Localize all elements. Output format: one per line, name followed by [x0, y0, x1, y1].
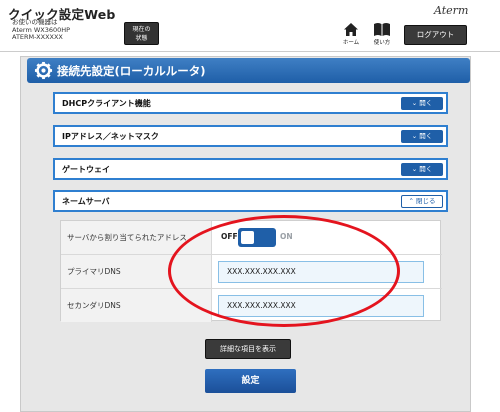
accordion-label: DHCPクライアント機能	[62, 99, 151, 108]
status-button-line1: 現在の	[132, 26, 151, 33]
expand-button[interactable]: ⌄ 開く	[401, 163, 443, 176]
accordion-gateway[interactable]: ゲートウェイ ⌄ 開く	[53, 158, 448, 180]
accordion-label: IPアドレス／ネットマスク	[62, 132, 159, 141]
auto-assigned-label: サーバから割り当てられたアドレス	[61, 221, 212, 254]
expand-button-label: 開く	[419, 132, 433, 140]
accordion-ip-netmask[interactable]: IPアドレス／ネットマスク ⌄ 開く	[53, 125, 448, 147]
toggle-off-label: OFF	[221, 232, 238, 241]
expand-button-label: 開く	[419, 99, 433, 107]
auto-assign-toggle[interactable]	[238, 228, 276, 247]
book-icon	[374, 23, 390, 36]
row-primary-dns: プライマリDNS XXX.XXX.XXX.XXX	[61, 255, 442, 289]
header-divider	[0, 51, 500, 52]
primary-dns-label: プライマリDNS	[61, 255, 212, 288]
home-button[interactable]: ホーム	[337, 22, 365, 48]
secondary-dns-label: セカンダリDNS	[61, 289, 212, 322]
name-server-form: サーバから割り当てられたアドレス OFF ON プライマリDNS XXX.XXX…	[60, 220, 442, 323]
toggle-on-label: ON	[280, 232, 293, 241]
header: クイック設定Web お使いの機器は Aterm WX3600HP ATERM-X…	[0, 0, 500, 52]
status-button-line2: 状態	[135, 35, 148, 42]
gear-icon	[34, 61, 53, 80]
row-secondary-dns: セカンダリDNS XXX.XXX.XXX.XXX	[61, 289, 442, 323]
logout-button[interactable]: ログアウト	[404, 25, 467, 45]
device-name: ATERM-XXXXXX	[12, 33, 63, 42]
accordion-name-server[interactable]: ネームサーバ ⌃ 閉じる	[53, 190, 448, 212]
home-icon	[344, 23, 358, 36]
accordion-dhcp-client[interactable]: DHCPクライアント機能 ⌄ 開く	[53, 92, 448, 114]
secondary-dns-input[interactable]: XXX.XXX.XXX.XXX	[218, 295, 424, 317]
apply-settings-button[interactable]: 設定	[205, 369, 296, 393]
usage-button[interactable]: 使い方	[368, 22, 396, 48]
home-label: ホーム	[342, 40, 360, 46]
show-details-button[interactable]: 詳細な項目を表示	[205, 339, 291, 359]
toggle-knob	[241, 231, 254, 244]
primary-dns-input[interactable]: XXX.XXX.XXX.XXX	[218, 261, 424, 283]
row-auto-assigned: サーバから割り当てられたアドレス OFF ON	[61, 221, 442, 255]
accordion-label: ネームサーバ	[62, 197, 110, 206]
collapse-button[interactable]: ⌃ 閉じる	[401, 195, 443, 208]
collapse-button-label: 閉じる	[416, 197, 436, 205]
accordion-label: ゲートウェイ	[62, 165, 110, 174]
usage-label: 使い方	[373, 40, 391, 46]
expand-button-label: 開く	[419, 165, 433, 173]
section-title-bar: 接続先設定(ローカルルータ)	[27, 58, 470, 83]
brand-logo: Aterm	[434, 4, 469, 17]
expand-button[interactable]: ⌄ 開く	[401, 130, 443, 143]
current-status-button[interactable]: 現在の 状態	[124, 22, 159, 45]
chevron-up-icon: ⌃	[408, 197, 416, 205]
section-title: 接続先設定(ローカルルータ)	[57, 64, 206, 78]
device-info: お使いの機器は Aterm WX3600HP ATERM-XXXXXX	[12, 18, 70, 42]
expand-button[interactable]: ⌄ 開く	[401, 97, 443, 110]
